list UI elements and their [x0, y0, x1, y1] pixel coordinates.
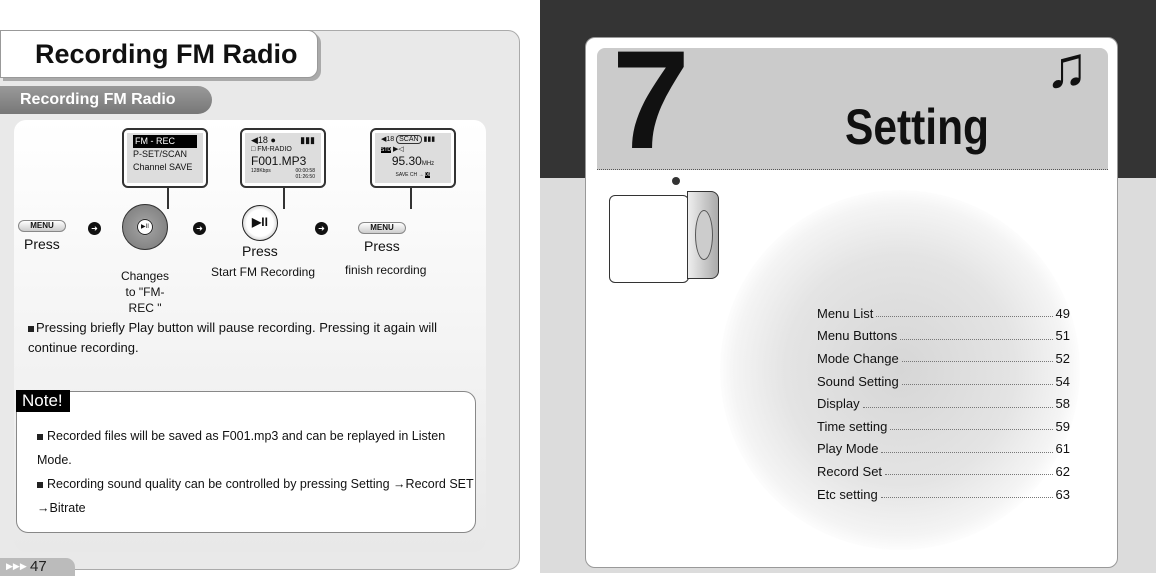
toc-item[interactable]: Record Set 62	[817, 460, 1070, 483]
toc-page: 59	[1055, 418, 1070, 434]
left-page: Recording FM Radio Recording FM Radio FM…	[0, 0, 530, 576]
toc-item[interactable]: Menu Buttons 51	[817, 325, 1070, 348]
toc-page: 58	[1055, 396, 1070, 412]
step-caption: finish recording	[345, 263, 427, 277]
callout-tail	[283, 187, 285, 209]
toc-item[interactable]: Time setting 59	[817, 415, 1070, 438]
lcd-screen-fm: ◀18 SCAN ▮▮▮ STD ▶◁ 95.30MHz SAVE CH → 0…	[370, 128, 456, 188]
toc-item[interactable]: Etc setting 63	[817, 483, 1070, 506]
note-item: Recording sound quality can be controlle…	[37, 472, 477, 520]
toc-page: 49	[1055, 305, 1070, 321]
bitrate: 128Kbps	[251, 168, 271, 174]
lcd-line: Channel SAVE	[133, 162, 193, 172]
frequency: 95.30	[391, 154, 422, 168]
toc-item[interactable]: Sound Setting 54	[817, 370, 1070, 393]
lcd-screen-recording: ◀18 ● ▮▮▮ □ FM-RADIO F001.MP3 128Kbps 00:…	[240, 128, 326, 188]
toc-item[interactable]: Mode Change 52	[817, 347, 1070, 370]
chapter-number: 7	[612, 21, 690, 178]
step-caption: Changes to "FM-REC "	[120, 269, 170, 315]
arrow-right-icon: ➜	[315, 222, 328, 235]
note-list: Recorded files will be saved as F001.mp3…	[37, 424, 477, 520]
page-title: Recording FM Radio	[0, 30, 318, 78]
menu-button: MENU	[358, 222, 406, 234]
page-number: ▶▶▶ 47	[0, 558, 75, 576]
note-item: Recorded files will be saved as F001.mp3…	[37, 424, 477, 472]
total-time: 01:26:50	[295, 174, 315, 180]
volume: 18	[386, 136, 395, 143]
step-caption: Start FM Recording	[211, 265, 316, 279]
battery-icon: ▮▮▮	[300, 135, 315, 145]
volume: 18	[257, 135, 268, 145]
lcd-screen-menu: FM - REC P-SET/SCAN Channel SAVE	[122, 128, 208, 188]
file-name: F001.MP3	[251, 154, 307, 168]
toc-page: 51	[1055, 328, 1070, 344]
bullet-text: Pressing briefly Play button will pause …	[28, 320, 438, 355]
section-title: Recording FM Radio	[0, 86, 212, 114]
note-box: Recorded files will be saved as F001.mp3…	[16, 391, 476, 533]
toc-label: Display	[817, 396, 860, 412]
frequency-unit: MHz	[421, 161, 435, 167]
toc-item[interactable]: Play Mode 61	[817, 438, 1070, 461]
toc-label: Menu List	[817, 305, 874, 321]
music-note-icon: ♫	[1045, 35, 1089, 100]
step-action: Press	[242, 243, 278, 259]
device-illustration	[607, 177, 719, 285]
toc-page: 62	[1055, 463, 1070, 479]
stereo-badge: STD	[381, 147, 391, 153]
chapter-title: Setting	[845, 99, 990, 155]
toc-item[interactable]: Menu List 49	[817, 302, 1070, 325]
step-action: Press	[364, 238, 400, 254]
note-text: Recorded files will be saved as F001.mp3…	[37, 429, 446, 467]
arrow-right-icon: ➜	[193, 222, 206, 235]
callout-tail	[167, 187, 169, 209]
toc-label: Etc setting	[817, 486, 878, 502]
folder-name: FM-RADIO	[257, 146, 292, 153]
toc-label: Sound Setting	[817, 373, 899, 389]
speaker-icon: ◀	[251, 135, 258, 145]
toc-page: 54	[1055, 373, 1070, 389]
toc-page: 63	[1055, 486, 1070, 502]
save-channel: SAVE CH	[395, 172, 418, 178]
toc-label: Mode Change	[817, 350, 899, 366]
lcd-line: FM - REC	[133, 135, 197, 148]
bullet-paragraph: Pressing briefly Play button will pause …	[28, 318, 468, 358]
toc-label: Menu Buttons	[817, 328, 898, 344]
note-label: Note!	[16, 390, 70, 412]
toc-label: Record Set	[817, 463, 883, 479]
page-number-text: 47	[30, 558, 47, 575]
arrow-right-icon: ➜	[88, 222, 101, 235]
toc-item[interactable]: Display 58	[817, 392, 1070, 415]
scan-badge: SCAN	[396, 135, 422, 144]
note-text: Recording sound quality can be controlle…	[37, 477, 474, 515]
toc-page: 52	[1055, 350, 1070, 366]
lcd-line: P-SET/SCAN	[133, 149, 188, 159]
toc-page: 61	[1055, 441, 1070, 457]
navigation-wheel-icon: ▶II	[122, 204, 168, 250]
channel-number: 06	[424, 172, 431, 178]
triple-arrow-icon: ▶▶▶	[6, 561, 27, 571]
toc-label: Play Mode	[817, 441, 879, 457]
play-pause-button-icon: ▶II	[242, 205, 278, 241]
toc-label: Time setting	[817, 418, 888, 434]
right-page: 7 Setting ♫ Menu List 49 Menu Buttons 51 M…	[540, 0, 1156, 573]
step-action: Press	[24, 236, 60, 252]
callout-tail	[410, 187, 412, 209]
menu-button: MENU	[18, 220, 66, 232]
